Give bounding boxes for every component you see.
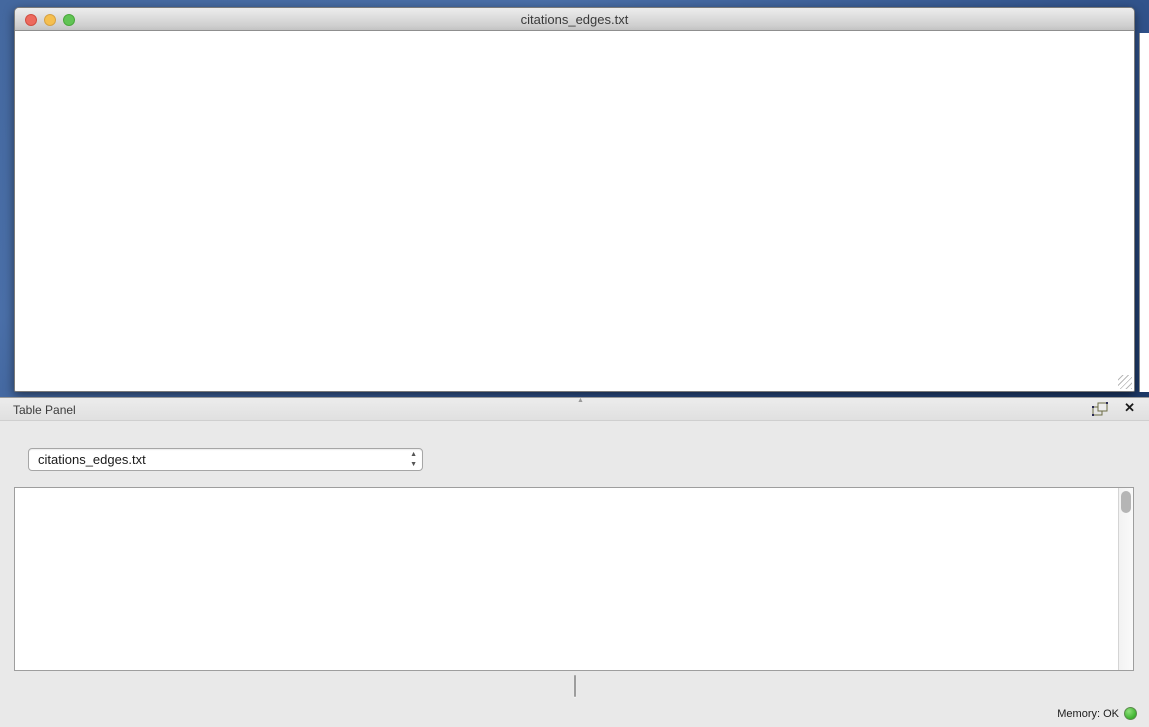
table-toolbar: citations_edges.txt ▲▼: [14, 442, 423, 476]
status-bar: Memory: OK: [0, 700, 1149, 727]
node-table: [14, 487, 1134, 671]
window-title: citations_edges.txt: [15, 12, 1134, 27]
table-panel: ▲ Table Panel ✕ citations_edges.txt ▲▼: [0, 397, 1149, 727]
dropdown-arrows-icon: ▲▼: [410, 450, 417, 470]
table-scrollbar-thumb[interactable]: [1121, 491, 1131, 513]
cytoscape-app: citations_edges.txt ▲ Table Panel ✕: [0, 0, 1149, 727]
table-scrollbar[interactable]: [1118, 488, 1133, 670]
close-panel-icon[interactable]: ✕: [1124, 400, 1135, 416]
network-canvas[interactable]: [15, 32, 1134, 392]
network-graph: [15, 32, 1134, 392]
table-tab-bar: [0, 675, 1149, 698]
float-panel-icon[interactable]: [1091, 401, 1109, 417]
memory-status-indicator-icon[interactable]: [1124, 707, 1137, 720]
table-selector-value: citations_edges.txt: [38, 452, 146, 467]
memory-status-label: Memory: OK: [1057, 708, 1119, 720]
table-selector-dropdown[interactable]: citations_edges.txt ▲▼: [28, 448, 423, 471]
node-table-grid: [15, 488, 1118, 670]
window-resize-grip[interactable]: [1118, 375, 1132, 389]
split-pane-grip[interactable]: ▲: [575, 398, 587, 403]
network-view-window[interactable]: citations_edges.txt: [14, 7, 1135, 392]
window-titlebar[interactable]: citations_edges.txt: [15, 8, 1134, 31]
desktop-background: citations_edges.txt: [0, 0, 1149, 397]
background-window-sliver[interactable]: [1139, 33, 1149, 392]
table-panel-title: Table Panel: [13, 403, 76, 417]
table-panel-header[interactable]: ▲ Table Panel ✕: [0, 398, 1149, 421]
